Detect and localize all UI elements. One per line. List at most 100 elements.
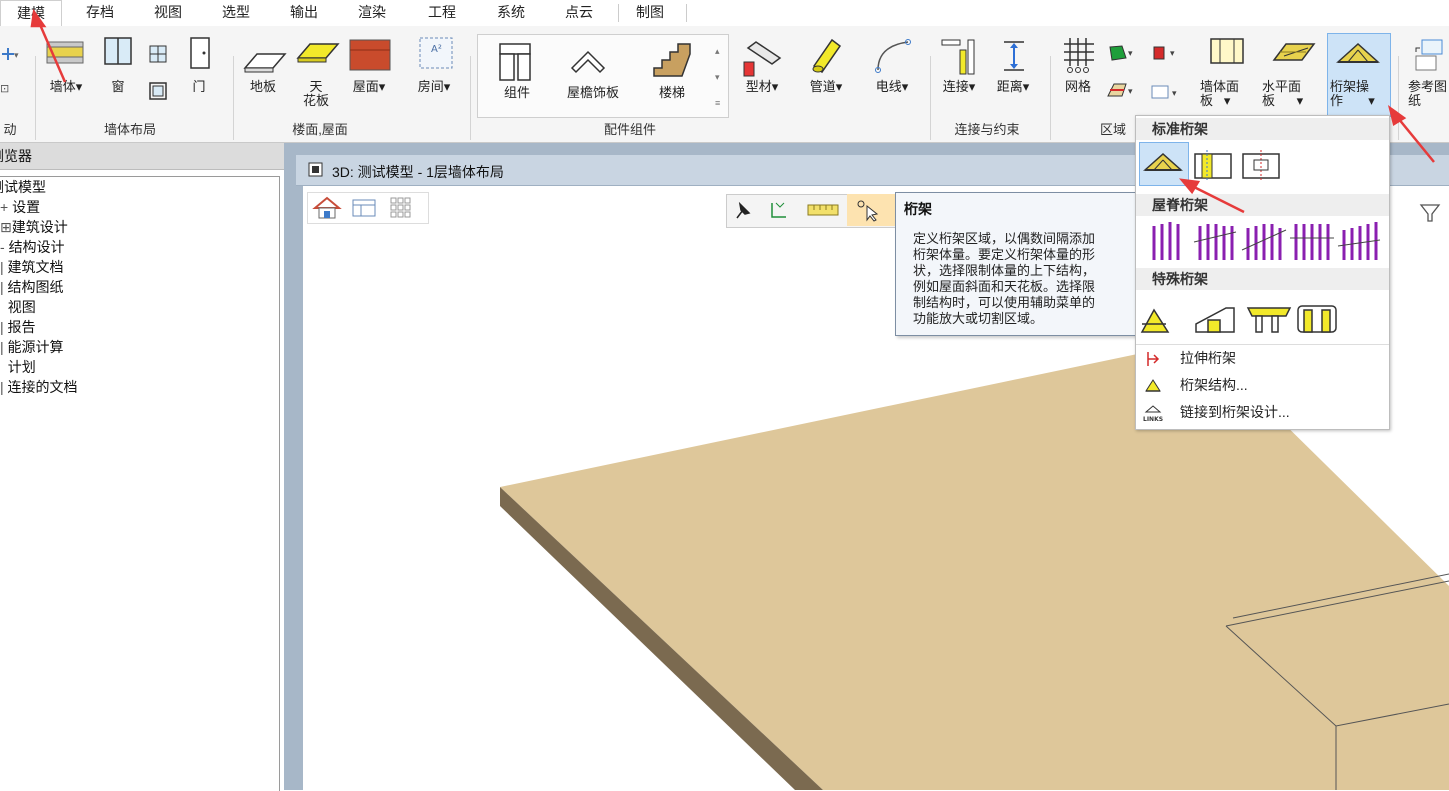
menu-item-truss-structure[interactable]: 桁架结构...	[1136, 372, 1389, 398]
window-grid-icon[interactable]	[148, 44, 168, 64]
wall-face-panel-icon[interactable]	[1208, 36, 1246, 66]
profile-icon[interactable]	[740, 38, 784, 78]
tree-item[interactable]: + 设置	[0, 197, 40, 217]
grid-icon[interactable]	[1060, 36, 1098, 76]
tree-item[interactable]: 测试模型	[0, 177, 46, 197]
tooltip-line: 状，选择限制体量的上下结构，	[913, 263, 1096, 278]
tree-item[interactable]: 计划	[0, 357, 36, 377]
window-icon[interactable]	[103, 36, 133, 66]
gallery-scroll-icon[interactable]: ▴ ▾ ≡	[715, 38, 720, 116]
stairs-icon[interactable]	[650, 40, 694, 82]
tooltip-body: 定义桁架区域，以偶数间隔添加 桁架体量。要定义桁架体量的形 状，选择限制体量的上…	[913, 231, 1143, 327]
home-icon[interactable]	[311, 196, 343, 220]
roof-button[interactable]: 屋面▾	[348, 80, 390, 94]
profile-button[interactable]: 型材▾	[740, 80, 784, 94]
tab-system[interactable]: 系统	[481, 0, 541, 26]
fascia-icon[interactable]	[568, 44, 608, 80]
room-button[interactable]: 房间▾	[414, 80, 454, 94]
group-separator	[470, 56, 471, 140]
connect-button[interactable]: 连接▾	[940, 80, 978, 94]
browser-panel-header: 浏览器	[0, 143, 284, 170]
browser-title: 浏览器	[0, 148, 32, 164]
door-icon[interactable]	[188, 36, 212, 70]
svg-text:▾: ▾	[1128, 87, 1133, 97]
connect-icon[interactable]	[940, 36, 980, 76]
wall-face-panel-button[interactable]: 墙体面板 ▾	[1200, 80, 1256, 108]
truss-icon[interactable]	[1336, 40, 1380, 68]
ruler-icon[interactable]	[806, 202, 840, 218]
tree-item[interactable]: | 连接的文档	[0, 377, 78, 397]
region-green-icon[interactable]: ▾	[1106, 44, 1140, 62]
move-icon[interactable]: ▾ ⊡	[0, 48, 24, 98]
slab-icon[interactable]	[243, 48, 287, 74]
tab-view[interactable]: 视图	[138, 0, 198, 26]
tree-item[interactable]: - 结构设计	[0, 237, 65, 257]
browser-tree: 测试模型 + 设置 ⊞建筑设计 - 结构设计 | 建筑文档 | 结构图纸 视图 …	[0, 176, 280, 791]
distance-icon[interactable]	[998, 38, 1030, 74]
tree-item[interactable]: | 能源计算	[0, 337, 64, 357]
standard-truss-icon[interactable]	[1143, 150, 1183, 176]
special-truss-icons[interactable]	[1138, 298, 1382, 338]
svg-text:▾: ▾	[1172, 89, 1177, 99]
horizontal-panel-button[interactable]: 水平面板 ▾	[1262, 80, 1324, 108]
tree-item[interactable]: | 结构图纸	[0, 277, 64, 297]
room-icon[interactable]: A²	[416, 36, 456, 70]
truss-frame-alt-icon[interactable]	[1240, 148, 1282, 184]
filter-icon[interactable]	[1418, 202, 1442, 224]
reference-drawing-icon[interactable]	[1412, 38, 1449, 74]
pipe-icon[interactable]	[808, 36, 844, 76]
region-frame-icon[interactable]: ▾	[1148, 82, 1186, 102]
pin-icon[interactable]	[731, 200, 755, 222]
stairs-button[interactable]: 楼梯	[652, 86, 692, 100]
window-button[interactable]: 窗	[105, 80, 131, 94]
tree-item[interactable]: | 报告	[0, 317, 36, 337]
snap-corner-icon[interactable]	[766, 199, 792, 223]
3d-view-icon	[308, 162, 323, 177]
region-edit-icon[interactable]: ▾	[1104, 80, 1140, 102]
tree-item[interactable]: ⊞建筑设计	[0, 217, 68, 237]
group-label-region: 区域	[1099, 122, 1126, 137]
tab-drafting[interactable]: 制图	[620, 0, 680, 26]
slab-button[interactable]: 地板	[244, 80, 282, 94]
tab-output[interactable]: 输出	[274, 0, 334, 26]
ceiling-icon[interactable]	[296, 38, 340, 64]
wire-button[interactable]: 电线▾	[872, 80, 912, 94]
window-frame-icon[interactable]	[148, 81, 168, 101]
grid-button[interactable]: 网格	[1058, 80, 1098, 94]
pipe-button[interactable]: 管道▾	[806, 80, 846, 94]
door-button[interactable]: 门	[186, 80, 212, 94]
component-icon[interactable]	[496, 40, 538, 84]
group-label-edit: 动	[3, 122, 17, 137]
fascia-button[interactable]: 屋檐饰板	[558, 86, 628, 100]
region-red-icon[interactable]: ▾	[1150, 44, 1184, 62]
truss-operation-label[interactable]: 桁架操作 ▾	[1330, 80, 1388, 108]
tab-divider	[618, 4, 619, 22]
wall-button[interactable]: 墙体▾	[46, 80, 86, 94]
ridge-truss-icons[interactable]	[1150, 220, 1386, 262]
tab-selection[interactable]: 选型	[206, 0, 266, 26]
menu-item-link-truss-design[interactable]: LINKS 链接到桁架设计...	[1136, 399, 1389, 425]
distance-button[interactable]: 距离▾	[992, 80, 1034, 94]
tab-modeling[interactable]: 建模	[0, 0, 62, 28]
horizontal-panel-icon[interactable]	[1270, 40, 1318, 66]
pick-point-cursor-icon[interactable]	[855, 198, 881, 222]
reference-drawing-button[interactable]: 参考图纸	[1408, 80, 1449, 108]
wire-icon[interactable]	[872, 36, 916, 76]
tooltip-line: 制结构时，可以使用辅助菜单的	[913, 295, 1096, 310]
wall-icon[interactable]	[45, 38, 85, 68]
roof-icon[interactable]	[348, 38, 392, 72]
ceiling-button[interactable]: 天花板	[298, 80, 334, 108]
menu-item-stretch-truss[interactable]: 拉伸桁架	[1136, 345, 1389, 371]
tree-item[interactable]: | 建筑文档	[0, 257, 64, 277]
component-button[interactable]: 组件	[498, 86, 536, 100]
tab-point-cloud[interactable]: 点云	[549, 0, 609, 26]
truss-frame-icon[interactable]	[1192, 148, 1234, 184]
group-separator	[1398, 56, 1399, 140]
tab-engineering[interactable]: 工程	[412, 0, 472, 26]
tab-render[interactable]: 渲染	[342, 0, 402, 26]
tile-grid-icon[interactable]	[389, 196, 415, 220]
view-windows-icon[interactable]	[349, 196, 379, 220]
tree-item[interactable]: 视图	[0, 297, 36, 317]
tab-archive[interactable]: 存档	[70, 0, 130, 26]
group-separator	[233, 56, 234, 140]
